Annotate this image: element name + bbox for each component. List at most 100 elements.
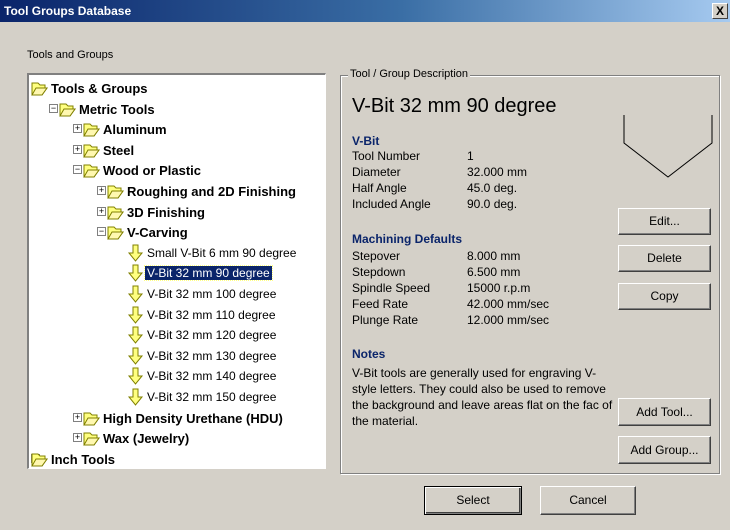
field-row: Tool Number 1	[352, 148, 527, 164]
tool-icon	[127, 244, 145, 262]
tool-icon	[127, 388, 145, 406]
title-bar: Tool Groups Database X	[0, 0, 730, 22]
tree-group-item[interactable]: +3D Finishing	[29, 203, 323, 221]
expand-toggle[interactable]: +	[73, 144, 82, 154]
tree-item-label: 3D Finishing	[127, 204, 205, 220]
field-row: Feed Rate 42.000 mm/sec	[352, 296, 549, 312]
expand-toggle[interactable]: +	[73, 412, 82, 422]
folder-icon	[59, 100, 77, 118]
expand-toggle[interactable]: +	[73, 433, 82, 443]
tree-item-label: V-Bit 32 mm 130 degree	[147, 348, 277, 363]
tool-icon	[127, 264, 145, 283]
tree-group-item[interactable]: − V-Carving	[29, 223, 323, 241]
field-label: Included Angle	[352, 197, 431, 211]
tool-icon	[127, 367, 145, 386]
field-label: Plunge Rate	[352, 313, 419, 327]
tool-title: V-Bit 32 mm 90 degree	[352, 95, 557, 117]
folder-icon	[83, 429, 101, 447]
collapse-toggle[interactable]: −	[97, 227, 106, 237]
field-row: Included Angle 90.0 deg.	[352, 196, 527, 212]
tree-item-label: Wood or Plastic	[103, 163, 201, 179]
vbit-preview-icon	[623, 115, 713, 178]
tree-item-label: Wax (Jewelry)	[103, 431, 190, 447]
folder-icon	[107, 203, 125, 221]
window-title: Tool Groups Database	[4, 4, 132, 18]
tree-item-label: V-Bit 32 mm 150 degree	[147, 390, 277, 404]
tree-item-label: Inch Tools	[51, 451, 116, 467]
folder-icon	[83, 161, 101, 179]
add-tool-button[interactable]: Add Tool...	[618, 398, 711, 426]
collapse-toggle[interactable]: −	[73, 165, 82, 175]
folder-icon	[31, 79, 49, 97]
tree-group-item[interactable]: + Wax (Jewelry)	[29, 429, 323, 447]
field-value: 8.000 mm	[467, 249, 521, 263]
field-label: Half Angle	[352, 181, 407, 195]
notes-heading: Notes	[352, 347, 386, 361]
close-button[interactable]: X	[712, 3, 728, 19]
tree-tool-item[interactable]: V-Bit 32 mm 100 degree	[29, 285, 323, 303]
field-row: Plunge Rate 12.000 mm/sec	[352, 312, 549, 328]
tree-tool-item[interactable]: V-Bit 32 mm 140 degree	[29, 367, 323, 386]
expand-toggle[interactable]: +	[97, 206, 106, 216]
select-button[interactable]: Select	[424, 486, 522, 515]
tool-tree[interactable]: Tools & Groups − Metric Tools + Aluminum + Ste…	[27, 73, 326, 469]
tree-group-item[interactable]: + Aluminum	[29, 120, 323, 138]
tree-item-label: V-Bit 32 mm 100 degree	[147, 287, 277, 301]
expand-toggle[interactable]: +	[73, 124, 82, 134]
field-label: Tool Number	[352, 149, 421, 163]
tree-tool-item[interactable]: V-Bit 32 mm 150 degree	[29, 388, 323, 406]
collapse-toggle[interactable]: −	[49, 103, 58, 113]
delete-button[interactable]: Delete	[618, 245, 711, 272]
tree-group-item[interactable]: Tools & Groups	[29, 79, 323, 97]
tree-group-item[interactable]: + Steel	[29, 141, 323, 159]
cancel-button[interactable]: Cancel	[540, 486, 636, 515]
tool-fields: Tool Number 1 Diameter 32.000 mm Half Angle 4…	[352, 148, 527, 212]
tree-item-label: V-Bit 32 mm 110 degree	[147, 307, 276, 322]
tree-group-item[interactable]: − Wood or Plastic	[29, 161, 323, 179]
field-value: 45.0 deg.	[467, 181, 518, 195]
tree-tool-item[interactable]: V-Bit 32 mm 130 degree	[29, 347, 323, 365]
field-row: Diameter 32.000 mm	[352, 164, 527, 180]
field-row: Stepdown 6.500 mm	[352, 264, 549, 280]
field-row: Half Angle 45.0 deg.	[352, 180, 527, 196]
folder-icon	[83, 120, 101, 138]
field-label: Stepover	[352, 249, 401, 263]
field-value: 90.0 deg.	[467, 197, 518, 211]
field-value: 6.500 mm	[467, 265, 521, 279]
field-row: Spindle Speed 15000 r.p.m	[352, 280, 549, 296]
tree-tool-item[interactable]: V-Bit 32 mm 120 degree	[29, 326, 323, 344]
expand-toggle[interactable]: +	[97, 186, 106, 195]
tree-group-item[interactable]: + High Density Urethane (HDU)	[29, 409, 323, 427]
field-value: 32.000 mm	[467, 165, 528, 179]
tree-item-label: V-Bit 32 mm 120 degree	[147, 328, 277, 343]
tree-group-item[interactable]: + Roughing and 2D Finishing	[29, 182, 323, 200]
folder-icon	[107, 182, 125, 200]
field-value: 15000 r.p.m	[467, 281, 531, 295]
tree-tool-item[interactable]: Small V-Bit 6 mm 90 degree	[29, 244, 323, 262]
machining-fields: Stepover 8.000 mm Stepdown 6.500 mm Spindle …	[352, 248, 549, 328]
tool-icon	[127, 326, 145, 344]
field-value: 1	[467, 149, 474, 163]
tree-group-item[interactable]: − Metric Tools	[29, 100, 323, 118]
notes-text: V-Bit tools are generally used for engra…	[352, 366, 613, 428]
field-value: 12.000 mm/sec	[467, 313, 550, 327]
tool-icon	[127, 306, 145, 324]
tree-item-label: Roughing and 2D Finishing	[127, 184, 296, 199]
tree-tool-item[interactable]: V-Bit 32 mm 90 degree	[29, 264, 323, 283]
tree-item-label: Aluminum	[103, 122, 167, 138]
folder-icon	[83, 141, 101, 159]
field-label: Feed Rate	[352, 297, 409, 311]
tree-item-label: Steel	[103, 142, 135, 158]
tree-item-label: Small V-Bit 6 mm 90 degree	[147, 245, 297, 260]
add-group-button[interactable]: Add Group...	[618, 436, 711, 464]
edit-button[interactable]: Edit...	[618, 208, 711, 235]
copy-button[interactable]: Copy	[618, 283, 711, 310]
field-label: Stepdown	[352, 265, 406, 279]
tree-item-label: Tools & Groups	[51, 81, 148, 96]
tree-label: Tools and Groups	[27, 49, 114, 61]
tool-icon	[127, 347, 145, 365]
folder-icon	[83, 409, 101, 427]
tree-tool-item[interactable]: V-Bit 32 mm 110 degree	[29, 306, 323, 324]
tree-group-item[interactable]: +Inch Tools	[29, 450, 323, 468]
field-value: 42.000 mm/sec	[467, 297, 550, 311]
